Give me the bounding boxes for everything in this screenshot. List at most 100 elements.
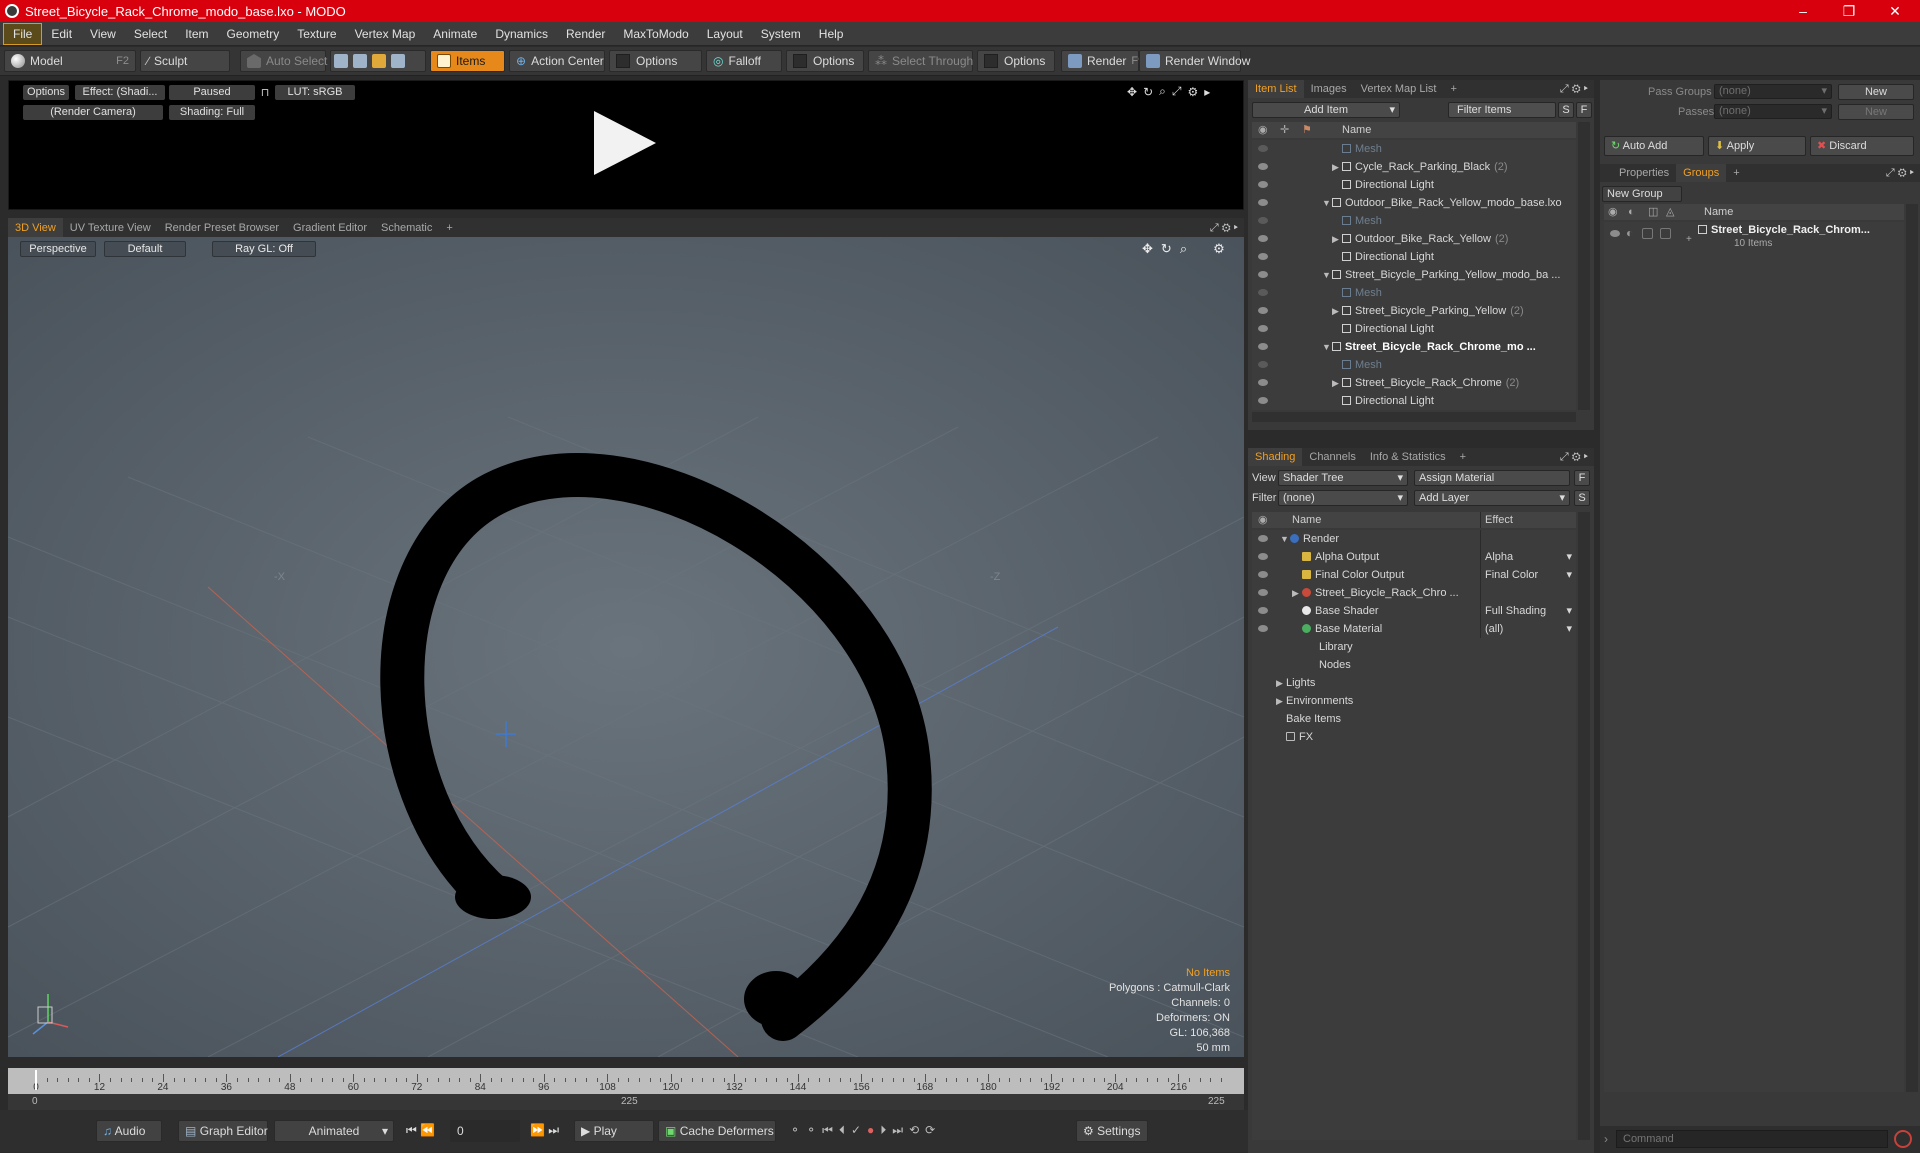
maximize-button[interactable]: ❐ xyxy=(1826,0,1872,22)
key-next-icon[interactable]: ⏭ xyxy=(892,1123,909,1137)
gear-icon[interactable]: ⚙ xyxy=(1572,451,1581,463)
expand-plus-icon[interactable]: + xyxy=(1686,234,1692,245)
maximize-icon[interactable]: ⤢ xyxy=(1560,83,1569,95)
shader-tree-row[interactable]: ▶ Street_Bicycle_Rack_Chro ... xyxy=(1252,584,1576,602)
menu-system[interactable]: System xyxy=(752,22,810,46)
visibility-eye-icon[interactable] xyxy=(1258,235,1268,242)
play-icon[interactable] xyxy=(594,111,656,175)
visibility-eye-icon[interactable] xyxy=(1258,181,1268,188)
render-button[interactable]: Render F9 xyxy=(1061,50,1144,72)
gear-icon[interactable]: ⚙ xyxy=(1213,241,1225,257)
action-center-options-button[interactable]: Options xyxy=(609,50,702,72)
shader-tree-row[interactable]: FX xyxy=(1252,728,1576,746)
shader-tree-row[interactable]: Nodes xyxy=(1252,656,1576,674)
pan-icon[interactable]: ✥ xyxy=(1127,85,1137,99)
menu-texture[interactable]: Texture xyxy=(288,22,345,46)
key-select-icon[interactable]: ⚬ xyxy=(806,1123,822,1137)
tab-properties[interactable]: Properties xyxy=(1612,164,1676,182)
auto-key-icon[interactable]: ✓ xyxy=(851,1123,867,1137)
expand-arrow-icon[interactable]: ▼ xyxy=(1280,530,1290,548)
tab-vertex-map-list[interactable]: Vertex Map List xyxy=(1354,80,1444,98)
rotate-icon[interactable]: ↻ xyxy=(1143,85,1153,99)
materials-mode-icon[interactable] xyxy=(391,54,405,68)
item-list-row[interactable]: ▶ Street_Bicycle_Parking_Yellow (2) xyxy=(1252,302,1576,320)
minimize-button[interactable]: – xyxy=(1780,0,1826,22)
gear-icon[interactable]: ⚙ xyxy=(1222,222,1231,234)
skip-start-icon[interactable]: ⏮ xyxy=(406,1123,417,1137)
frame-input[interactable]: 0 xyxy=(450,1120,520,1142)
groups-scrollbar[interactable] xyxy=(1906,204,1918,1092)
shader-tree-scrollbar[interactable] xyxy=(1578,512,1590,1140)
key-fwd-icon[interactable]: ⏵ xyxy=(880,1123,892,1137)
visibility-eye-icon[interactable] xyxy=(1258,145,1268,152)
menu-dynamics[interactable]: Dynamics xyxy=(486,22,557,46)
visibility-eye-icon[interactable] xyxy=(1258,307,1268,314)
group-row[interactable]: ◐ + Street_Bicycle_Rack_Chrom... 10 Item… xyxy=(1604,222,1904,252)
menu-animate[interactable]: Animate xyxy=(424,22,486,46)
render-camera-dropdown[interactable]: (Render Camera) xyxy=(23,105,163,120)
edges-mode-icon[interactable] xyxy=(353,54,367,68)
passes-dropdown[interactable]: (none) ▾ xyxy=(1714,104,1832,119)
collapse-arrow-icon[interactable]: ▼ xyxy=(1322,338,1332,356)
auto-add-button[interactable]: ↻ Auto Add xyxy=(1604,136,1704,156)
gear-icon[interactable]: ⚙ xyxy=(1187,85,1198,99)
item-list-row[interactable]: Directional Light xyxy=(1252,248,1576,266)
lut-dropdown[interactable]: LUT: sRGB xyxy=(275,85,355,100)
menu-view[interactable]: View xyxy=(81,22,125,46)
expand-arrow-icon[interactable]: ▶ xyxy=(1292,584,1302,602)
new-pass-group-button[interactable]: New xyxy=(1838,84,1914,100)
item-list-row[interactable]: Directional Light xyxy=(1252,320,1576,338)
visibility-eye-icon[interactable] xyxy=(1258,271,1268,278)
shader-tree-row[interactable]: Base Material (all) ▾ xyxy=(1252,620,1576,638)
shading-s-button[interactable]: S xyxy=(1574,490,1590,506)
menu-vertex-map[interactable]: Vertex Map xyxy=(346,22,425,46)
preview-paused-button[interactable]: Paused xyxy=(169,85,255,100)
action-center-button[interactable]: ⊕ Action Center xyxy=(509,50,605,72)
add-tab-button[interactable]: + xyxy=(439,218,459,238)
menu-layout[interactable]: Layout xyxy=(698,22,752,46)
select-options-button[interactable]: Options xyxy=(977,50,1055,72)
shading-dropdown[interactable]: Shading: Full xyxy=(169,105,255,120)
pass-groups-dropdown[interactable]: (none) ▾ xyxy=(1714,84,1832,99)
tab-info-statistics[interactable]: Info & Statistics xyxy=(1363,448,1453,466)
menu-select[interactable]: Select xyxy=(125,22,176,46)
new-pass-button[interactable]: New xyxy=(1838,104,1914,120)
model-mode-button[interactable]: Model F2 xyxy=(4,50,136,72)
shader-tree-row[interactable]: Final Color Output Final Color ▾ xyxy=(1252,566,1576,584)
key-icon[interactable]: ⚬ xyxy=(790,1123,806,1137)
pan-icon[interactable]: ✥ xyxy=(1142,241,1153,257)
shader-tree-row[interactable]: Library xyxy=(1252,638,1576,656)
chevron-right-icon[interactable]: ▸ xyxy=(1584,451,1588,463)
tab-render-preset-browser[interactable]: Render Preset Browser xyxy=(158,218,286,238)
shader-effect-dropdown[interactable]: (all) ▾ xyxy=(1480,620,1576,638)
menu-item[interactable]: Item xyxy=(176,22,217,46)
item-list-row[interactable]: ▼ Outdoor_Bike_Rack_Yellow_modo_base.lxo xyxy=(1252,194,1576,212)
cache-deformers-button[interactable]: ▣ Cache Deformers xyxy=(658,1120,776,1142)
visibility-eye-icon[interactable] xyxy=(1258,253,1268,260)
item-list-row[interactable]: ▼ Street_Bicycle_Rack_Chrome_mo ... xyxy=(1252,338,1576,356)
timeline-range-bar[interactable]: 0 225 225 xyxy=(8,1094,1244,1110)
maximize-icon[interactable]: ⤢ xyxy=(1210,222,1219,234)
visibility-eye-icon[interactable] xyxy=(1258,361,1268,368)
expand-arrow-icon[interactable]: ▶ xyxy=(1332,230,1342,248)
shader-tree-row[interactable]: Alpha Output Alpha ▾ xyxy=(1252,548,1576,566)
shader-tree-row[interactable]: Bake Items xyxy=(1252,710,1576,728)
menu-maxtomodo[interactable]: MaxToModo xyxy=(614,22,697,46)
vertices-mode-icon[interactable] xyxy=(334,54,348,68)
lock-toggle[interactable] xyxy=(1642,228,1653,239)
item-list-row[interactable]: Directional Light xyxy=(1252,392,1576,410)
shader-effect-dropdown[interactable]: Alpha ▾ xyxy=(1480,548,1576,566)
filter-f-button[interactable]: F xyxy=(1576,102,1592,118)
step-back-icon[interactable]: ⏪ xyxy=(420,1123,435,1137)
visibility-eye-icon[interactable] xyxy=(1258,217,1268,224)
timeline-playhead[interactable] xyxy=(35,1070,37,1090)
visibility-eye-icon[interactable] xyxy=(1258,535,1268,542)
visibility-eye-icon[interactable] xyxy=(1258,343,1268,350)
item-list-row[interactable]: Mesh xyxy=(1252,140,1576,158)
preview-options-button[interactable]: Options xyxy=(23,85,69,100)
tab-groups[interactable]: Groups xyxy=(1676,164,1727,182)
menu-geometry[interactable]: Geometry xyxy=(218,22,289,46)
lock-icon[interactable]: ⊓ xyxy=(259,86,271,101)
item-list-scrollbar[interactable] xyxy=(1578,122,1590,410)
visibility-eye-icon[interactable] xyxy=(1258,607,1268,614)
